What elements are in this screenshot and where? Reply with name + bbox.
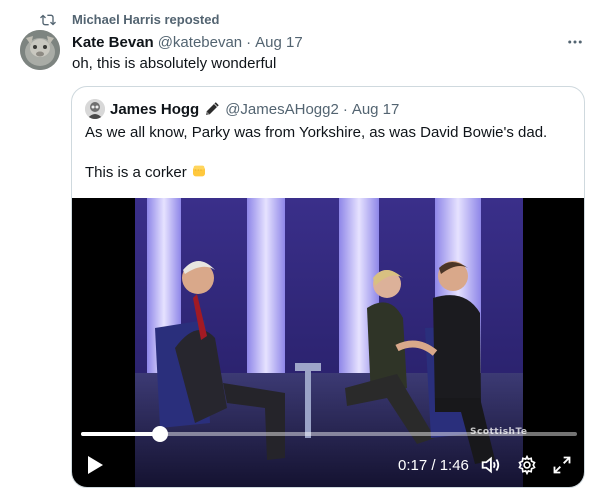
quote-text-line-1: As we all know, Parky was from Yorkshire… bbox=[85, 124, 548, 141]
volume-icon bbox=[481, 456, 500, 474]
video-frame bbox=[135, 198, 523, 487]
settings-button[interactable] bbox=[515, 453, 539, 477]
separator-dot: · bbox=[246, 33, 252, 51]
scrubber-progress bbox=[81, 432, 161, 436]
tweet-date[interactable]: Aug 17 bbox=[255, 34, 303, 51]
avatar-image bbox=[20, 30, 60, 70]
fullscreen-button[interactable] bbox=[550, 453, 574, 477]
author-name[interactable]: Kate Bevan bbox=[72, 34, 154, 51]
quote-avatar-image bbox=[85, 99, 105, 119]
volume-button[interactable] bbox=[478, 453, 502, 477]
quote-separator-dot: · bbox=[342, 100, 348, 118]
play-icon bbox=[88, 456, 103, 474]
quote-date[interactable]: Aug 17 bbox=[352, 101, 400, 118]
video-player[interactable]: ScottishTe 0:17 / 1:46 bbox=[72, 198, 584, 487]
tweet-text: oh, this is absolutely wonderful bbox=[72, 55, 277, 72]
quote-author-name[interactable]: James Hogg bbox=[110, 101, 199, 118]
author-handle[interactable]: @katebevan bbox=[158, 34, 242, 51]
pen-icon bbox=[206, 102, 219, 115]
quote-avatar[interactable] bbox=[85, 99, 105, 119]
video-time: 0:17 / 1:46 bbox=[398, 456, 469, 474]
avatar[interactable] bbox=[20, 30, 60, 70]
gear-icon bbox=[518, 455, 536, 475]
video-scrubber[interactable] bbox=[81, 426, 577, 442]
fullscreen-icon bbox=[553, 456, 571, 474]
repost-label[interactable]: Michael Harris reposted bbox=[72, 12, 219, 27]
quote-author-handle[interactable]: @JamesAHogg2 bbox=[225, 101, 339, 118]
play-button[interactable] bbox=[84, 453, 106, 477]
repost-icon bbox=[40, 14, 56, 26]
quote-header: James Hogg @JamesAHogg2 · Aug 17 bbox=[85, 99, 399, 119]
quote-text: As we all know, Parky was from Yorkshire… bbox=[85, 123, 575, 183]
more-icon bbox=[568, 40, 582, 44]
more-button[interactable] bbox=[566, 32, 584, 52]
tweet-header: Kate Bevan @katebevan · Aug 17 bbox=[72, 32, 303, 52]
fist-emoji-icon bbox=[192, 165, 205, 177]
quoted-tweet[interactable]: James Hogg @JamesAHogg2 · Aug 17 As we a… bbox=[71, 86, 585, 488]
quote-text-line-2: This is a corker bbox=[85, 163, 575, 183]
